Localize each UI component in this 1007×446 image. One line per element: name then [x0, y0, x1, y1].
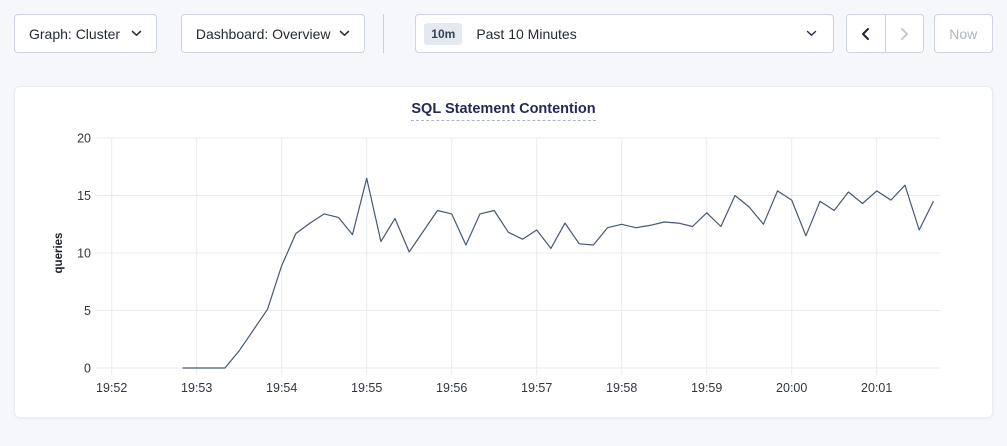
time-prev-button[interactable] — [847, 15, 885, 52]
chevron-right-icon — [897, 27, 911, 41]
chevron-down-icon — [339, 30, 350, 37]
chevron-down-icon — [131, 30, 142, 37]
series-line — [183, 178, 934, 368]
time-next-button[interactable] — [885, 15, 923, 52]
now-button[interactable]: Now — [934, 14, 993, 53]
metrics-page: Graph: Cluster Dashboard: Overview 10m P… — [0, 14, 1007, 418]
toolbar: Graph: Cluster Dashboard: Overview 10m P… — [14, 14, 993, 53]
chart-card: SQL Statement Contention 0 5 10 15 20 19:52 19… — [14, 86, 993, 418]
sql-contention-chart[interactable]: 0 5 10 15 20 19:52 19:53 19:54 19:55 19:56 19:57 19… — [15, 121, 992, 409]
time-range-label: Past 10 Minutes — [476, 26, 576, 42]
x-tick-label: 20:01 — [861, 381, 892, 395]
toolbar-divider — [383, 14, 384, 53]
x-tick-label: 20:00 — [776, 381, 807, 395]
y-tick-label: 15 — [77, 189, 91, 203]
x-tick-label: 19:53 — [181, 381, 212, 395]
chart-grid — [95, 138, 940, 375]
time-range-dropdown[interactable]: 10m Past 10 Minutes — [415, 14, 834, 53]
x-tick-label: 19:52 — [96, 381, 127, 395]
y-tick-label: 20 — [77, 132, 91, 146]
y-axis-label: queries — [53, 233, 65, 274]
time-range-badge: 10m — [424, 23, 462, 45]
y-tick-label: 0 — [84, 362, 91, 376]
x-tick-label: 19:57 — [521, 381, 552, 395]
dashboard-dropdown-label: Dashboard: Overview — [196, 26, 331, 42]
chevron-left-icon — [859, 27, 873, 41]
y-tick-label: 5 — [84, 304, 91, 318]
graph-dropdown[interactable]: Graph: Cluster — [14, 14, 157, 53]
x-tick-label: 19:54 — [266, 381, 297, 395]
time-nav-group — [846, 14, 923, 53]
y-tick-label: 10 — [77, 247, 91, 261]
chart-title[interactable]: SQL Statement Contention — [411, 101, 595, 121]
x-tick-label: 19:56 — [436, 381, 467, 395]
x-tick-label: 19:59 — [691, 381, 722, 395]
x-tick-label: 19:58 — [606, 381, 637, 395]
axis-labels: 0 5 10 15 20 19:52 19:53 19:54 19:55 19:56 19:57 19… — [53, 132, 892, 396]
graph-dropdown-label: Graph: Cluster — [29, 26, 120, 42]
x-tick-label: 19:55 — [351, 381, 382, 395]
chart-title-row: SQL Statement Contention — [15, 87, 992, 121]
dashboard-dropdown[interactable]: Dashboard: Overview — [181, 14, 365, 53]
chevron-down-icon — [806, 30, 817, 37]
